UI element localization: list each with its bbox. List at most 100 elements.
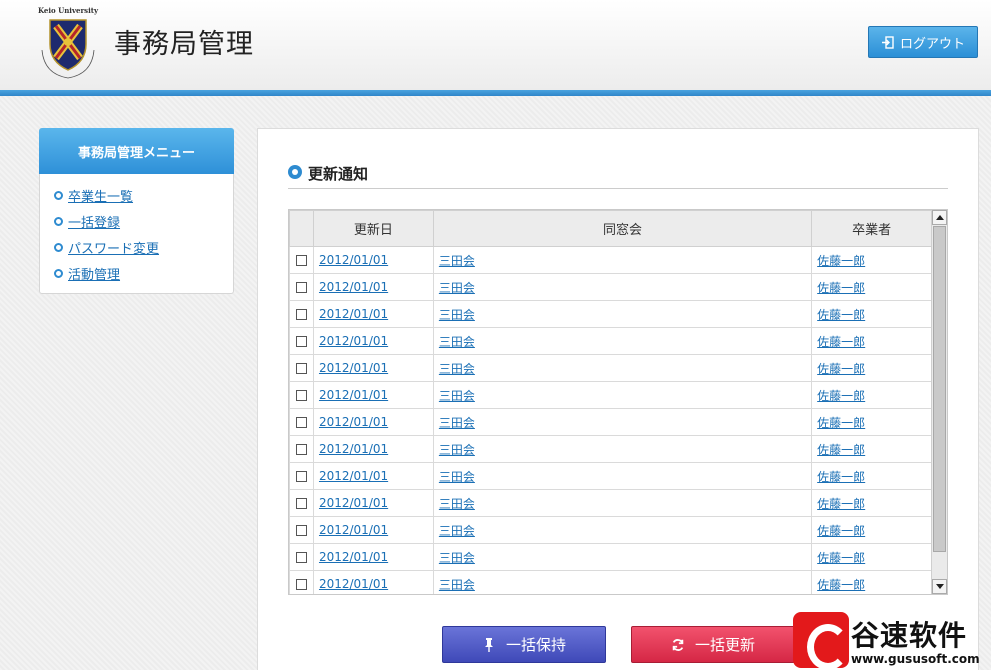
bulk-update-label: 一括更新 — [694, 636, 755, 654]
alumni-link[interactable]: 三田会 — [439, 254, 475, 268]
row-checkbox[interactable] — [295, 309, 307, 320]
row-checkbox[interactable] — [295, 363, 307, 374]
row-select-cell — [289, 489, 314, 517]
table-row: 2012/01/01 三田会 佐藤一郎 — [289, 408, 932, 436]
date-link[interactable]: 2012/01/01 — [319, 361, 388, 375]
graduate-link[interactable]: 佐藤一郎 — [817, 578, 865, 592]
date-link[interactable]: 2012/01/01 — [319, 469, 388, 483]
sidebar-link-bulk-register[interactable]: 一括登録 — [68, 212, 120, 231]
graduate-link[interactable]: 佐藤一郎 — [817, 470, 865, 484]
row-checkbox[interactable] — [295, 579, 307, 590]
watermark-logo-icon — [793, 612, 849, 670]
row-select-cell — [289, 435, 314, 463]
graduate-link[interactable]: 佐藤一郎 — [817, 335, 865, 349]
arrow-down-icon — [935, 584, 944, 589]
row-checkbox[interactable] — [295, 525, 307, 536]
bullet-icon — [54, 216, 63, 226]
date-cell: 2012/01/01 — [312, 273, 434, 301]
row-select-cell — [289, 354, 314, 382]
row-checkbox[interactable] — [295, 282, 307, 293]
sidebar-link-activities[interactable]: 活動管理 — [68, 264, 120, 283]
table-scrollbar[interactable] — [931, 210, 947, 594]
scroll-thumb[interactable] — [933, 226, 946, 552]
alumni-link[interactable]: 三田会 — [439, 281, 475, 295]
alumni-cell: 三田会 — [432, 408, 813, 436]
graduate-link[interactable]: 佐藤一郎 — [817, 308, 865, 322]
row-select-cell — [289, 570, 314, 594]
table-row: 2012/01/01 三田会 佐藤一郎 — [289, 570, 932, 594]
update-table-container[interactable]: 更新日 同窓会 卒業者 2012/01/01 三田会 佐藤一郎 2012/01/01 三… — [288, 209, 948, 595]
scroll-down-button[interactable] — [932, 579, 947, 594]
graduate-link[interactable]: 佐藤一郎 — [817, 254, 865, 268]
bullet-icon — [54, 242, 63, 252]
column-header-graduate: 卒業者 — [811, 210, 932, 247]
graduate-link[interactable]: 佐藤一郎 — [817, 551, 865, 565]
row-checkbox[interactable] — [295, 336, 307, 347]
alumni-link[interactable]: 三田会 — [439, 524, 475, 538]
table-row: 2012/01/01 三田会 佐藤一郎 — [289, 300, 932, 328]
alumni-link[interactable]: 三田会 — [439, 362, 475, 376]
date-link[interactable]: 2012/01/01 — [319, 307, 388, 321]
sidebar-heading: 事務局管理メニュー — [39, 128, 234, 174]
date-link[interactable]: 2012/01/01 — [319, 415, 388, 429]
date-link[interactable]: 2012/01/01 — [319, 577, 388, 591]
select-column-header — [289, 210, 314, 247]
main-panel: 更新通知 更新日 同窓会 卒業者 2012/01/01 三田会 佐藤一郎 2012/0… — [257, 128, 979, 670]
alumni-cell: 三田会 — [432, 462, 813, 490]
table-row: 2012/01/01 三田会 佐藤一郎 — [289, 381, 932, 409]
graduate-link[interactable]: 佐藤一郎 — [817, 524, 865, 538]
row-checkbox[interactable] — [295, 255, 307, 266]
alumni-link[interactable]: 三田会 — [439, 335, 475, 349]
bulk-hold-button[interactable]: 一括保持 — [442, 626, 606, 663]
alumni-link[interactable]: 三田会 — [439, 578, 475, 592]
date-link[interactable]: 2012/01/01 — [319, 442, 388, 456]
date-link[interactable]: 2012/01/01 — [319, 253, 388, 267]
graduate-cell: 佐藤一郎 — [811, 543, 932, 571]
graduate-link[interactable]: 佐藤一郎 — [817, 281, 865, 295]
date-link[interactable]: 2012/01/01 — [319, 496, 388, 510]
graduate-link[interactable]: 佐藤一郎 — [817, 416, 865, 430]
row-checkbox[interactable] — [295, 498, 307, 509]
table-row: 2012/01/01 三田会 佐藤一郎 — [289, 354, 932, 382]
column-header-alumni: 同窓会 — [432, 210, 813, 247]
graduate-link[interactable]: 佐藤一郎 — [817, 389, 865, 403]
graduate-link[interactable]: 佐藤一郎 — [817, 497, 865, 511]
date-link[interactable]: 2012/01/01 — [319, 334, 388, 348]
logout-button[interactable]: ログアウト — [868, 26, 978, 58]
date-link[interactable]: 2012/01/01 — [319, 550, 388, 564]
date-link[interactable]: 2012/01/01 — [319, 388, 388, 402]
page-title: 事務局管理 — [114, 29, 254, 60]
row-checkbox[interactable] — [295, 417, 307, 428]
row-checkbox[interactable] — [295, 390, 307, 401]
graduate-cell: 佐藤一郎 — [811, 354, 932, 382]
sidebar-link-graduates[interactable]: 卒業生一覧 — [68, 186, 133, 205]
sidebar-link-password[interactable]: パスワード変更 — [68, 238, 159, 257]
scroll-up-button[interactable] — [932, 210, 947, 225]
row-checkbox[interactable] — [295, 552, 307, 563]
row-select-cell — [289, 408, 314, 436]
bulk-update-button[interactable]: 一括更新 — [631, 626, 795, 663]
row-checkbox[interactable] — [295, 444, 307, 455]
row-checkbox[interactable] — [295, 471, 307, 482]
alumni-link[interactable]: 三田会 — [439, 497, 475, 511]
alumni-cell: 三田会 — [432, 354, 813, 382]
date-link[interactable]: 2012/01/01 — [319, 280, 388, 294]
alumni-link[interactable]: 三田会 — [439, 443, 475, 457]
pin-icon — [484, 637, 493, 652]
refresh-icon — [672, 638, 684, 651]
graduate-link[interactable]: 佐藤一郎 — [817, 443, 865, 457]
date-link[interactable]: 2012/01/01 — [319, 523, 388, 537]
watermark-text: 谷速软件 — [851, 619, 968, 652]
section-heading: 更新通知 — [288, 163, 948, 189]
alumni-link[interactable]: 三田会 — [439, 470, 475, 484]
alumni-link[interactable]: 三田会 — [439, 551, 475, 565]
alumni-link[interactable]: 三田会 — [439, 389, 475, 403]
alumni-link[interactable]: 三田会 — [439, 308, 475, 322]
alumni-cell: 三田会 — [432, 300, 813, 328]
row-select-cell — [289, 462, 314, 490]
alumni-link[interactable]: 三田会 — [439, 416, 475, 430]
section-dot-icon — [288, 165, 302, 179]
row-select-cell — [289, 327, 314, 355]
date-cell: 2012/01/01 — [312, 570, 434, 594]
graduate-link[interactable]: 佐藤一郎 — [817, 362, 865, 376]
